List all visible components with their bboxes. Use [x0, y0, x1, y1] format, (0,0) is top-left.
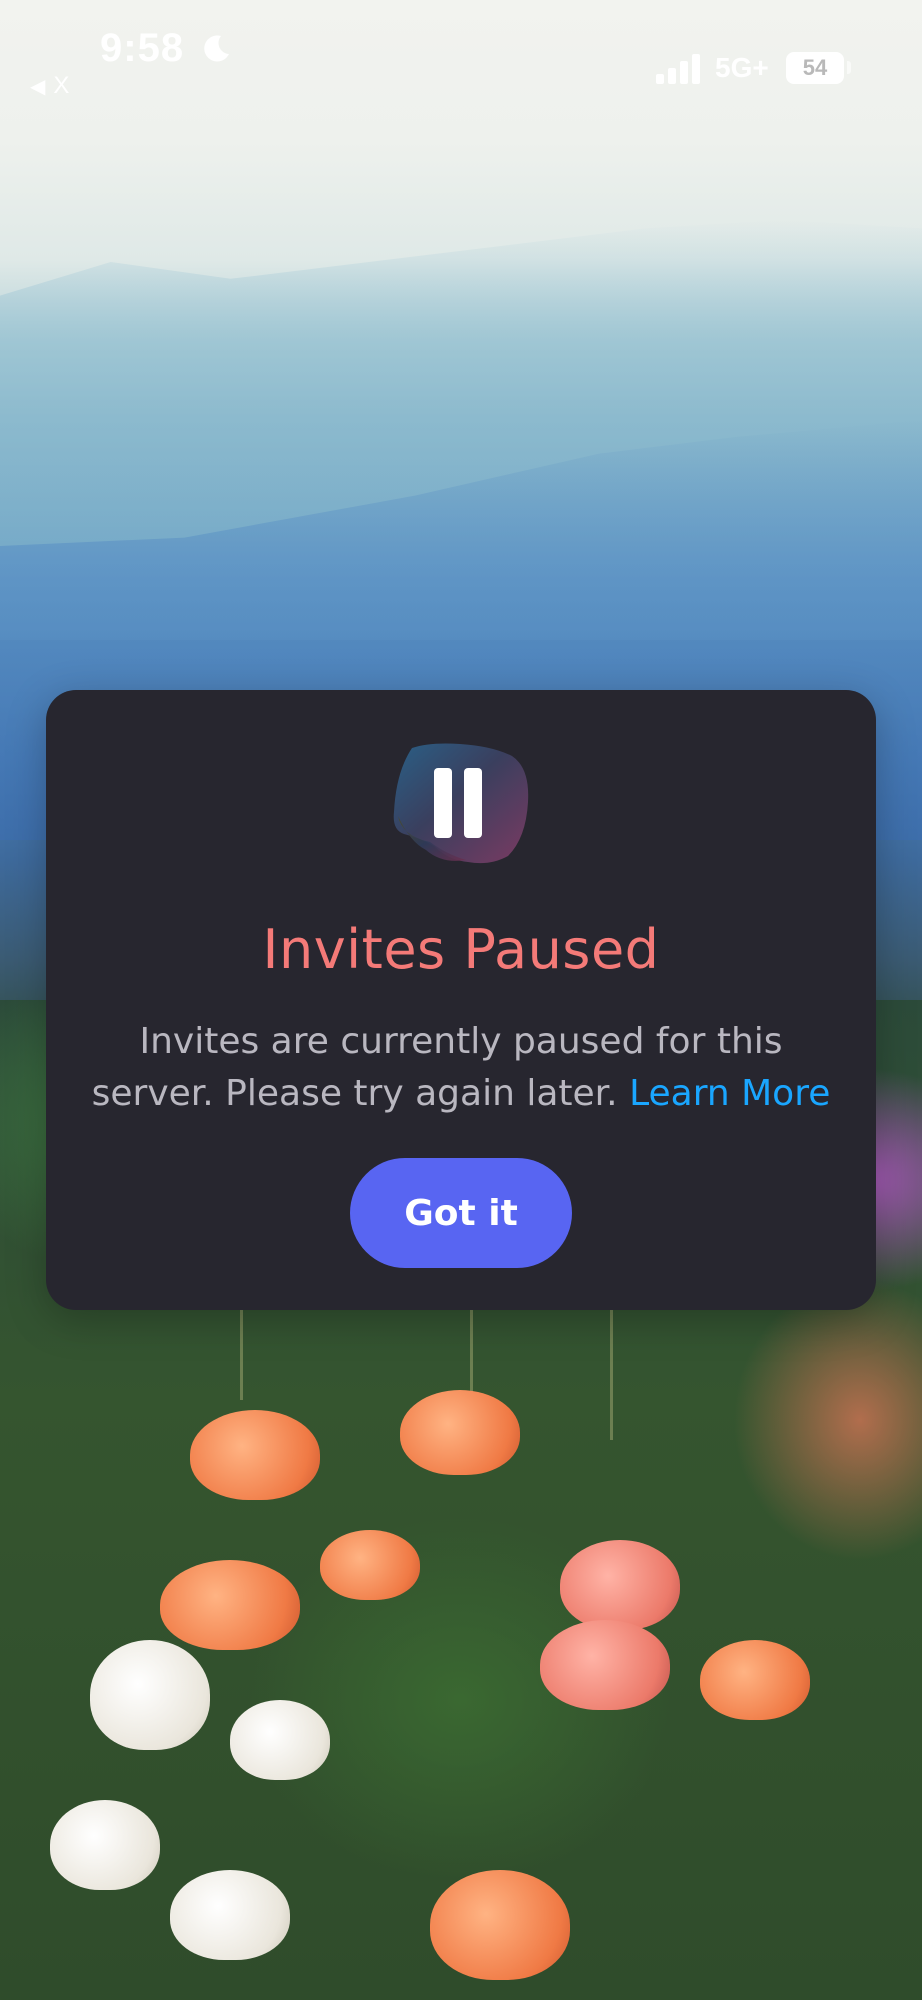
status-bar: 9:58 ◀ X 5G+ 54: [0, 0, 922, 110]
dialog-title: Invites Paused: [262, 918, 660, 981]
learn-more-link[interactable]: Learn More: [629, 1073, 830, 1114]
flower: [560, 1540, 680, 1630]
battery-level: 54: [802, 55, 828, 80]
flower: [170, 1870, 290, 1960]
battery-cap: [847, 61, 851, 74]
flower: [90, 1640, 210, 1750]
signal-icon: [656, 54, 700, 84]
flower: [50, 1800, 160, 1890]
back-app-label: X: [53, 72, 70, 99]
flower: [190, 1410, 320, 1500]
back-to-app-link[interactable]: ◀ X: [30, 72, 69, 100]
flower: [230, 1700, 330, 1780]
got-it-button[interactable]: Got it: [350, 1158, 572, 1268]
flower: [430, 1870, 570, 1980]
flower: [160, 1560, 300, 1650]
pause-icon: [393, 743, 529, 864]
battery-icon: 54: [786, 52, 844, 84]
back-arrow-icon: ◀: [30, 75, 46, 98]
flower: [540, 1620, 670, 1710]
status-time: 9:58: [100, 26, 185, 70]
network-type: 5G+: [715, 52, 769, 83]
flower: [400, 1390, 520, 1475]
invites-paused-dialog: Invites Paused Invites are currently pau…: [46, 690, 876, 1310]
screen: 9:58 ◀ X 5G+ 54 Invites Paused Invites a…: [0, 0, 922, 2000]
flower: [320, 1530, 420, 1600]
flower: [700, 1640, 810, 1720]
moon-icon: [204, 35, 229, 62]
dialog-message: Invites are currently paused for this se…: [86, 1016, 836, 1120]
